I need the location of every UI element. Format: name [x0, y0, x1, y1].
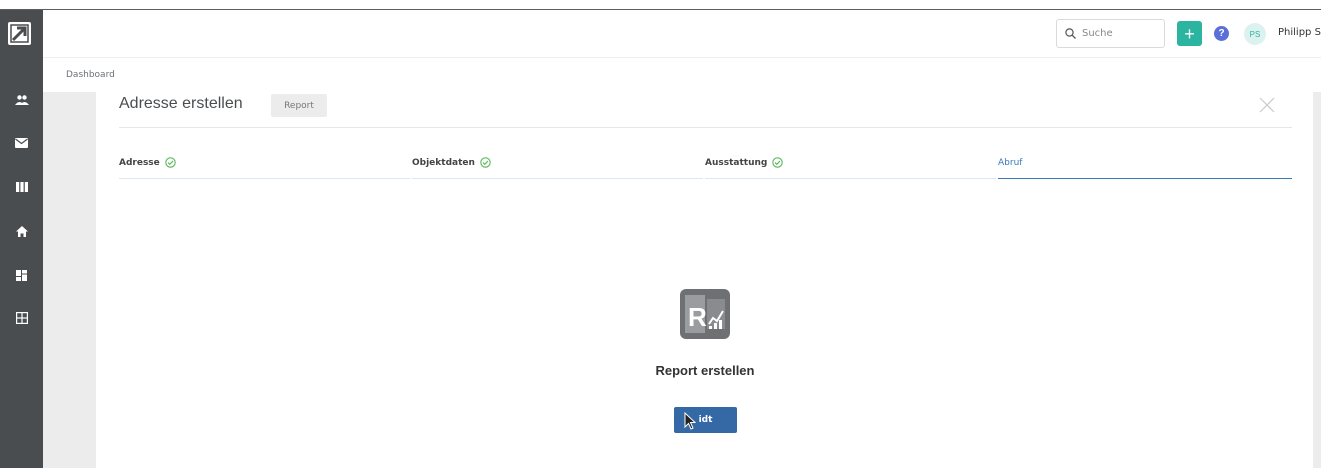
tab-label: Ausstattung [705, 158, 768, 168]
close-icon[interactable] [1258, 96, 1276, 114]
search-placeholder: Suche [1082, 28, 1113, 39]
tab-underline [119, 178, 410, 179]
avatar[interactable]: PS [1244, 23, 1266, 45]
search-icon [1065, 28, 1076, 39]
tab-underline [412, 178, 703, 179]
mail-icon[interactable] [0, 133, 43, 153]
mouse-cursor-icon [684, 412, 696, 430]
tab-label: Abruf [998, 158, 1023, 168]
tab-label: Objektdaten [412, 158, 475, 168]
content-gutter-left [43, 92, 96, 468]
report-chip[interactable]: Report [271, 94, 327, 117]
help-icon[interactable]: ? [1214, 26, 1229, 41]
tab-adresse[interactable]: Adresse [119, 157, 176, 180]
home-icon[interactable] [0, 221, 43, 241]
check-circle-icon [480, 157, 491, 168]
breadcrumb[interactable]: Dashboard [66, 70, 115, 80]
check-circle-icon [165, 157, 176, 168]
search-input[interactable]: Suche [1056, 19, 1165, 48]
page-title: Adresse erstellen [119, 95, 243, 112]
tab-objektdaten[interactable]: Objektdaten [412, 157, 491, 180]
report-logo-icon: R [680, 289, 730, 339]
check-circle-icon [772, 157, 784, 168]
svg-text:R: R [688, 302, 707, 332]
tab-abruf[interactable]: Abruf [998, 158, 1022, 180]
user-name[interactable]: Philipp S [1278, 27, 1321, 38]
tab-label: Adresse [119, 158, 160, 168]
tab-underline [705, 178, 996, 179]
columns-icon[interactable] [0, 177, 43, 197]
title-divider [119, 127, 1292, 128]
tab-underline-active [998, 178, 1292, 179]
report-create-title: Report erstellen [655, 363, 755, 378]
add-button[interactable]: + [1177, 21, 1202, 46]
sidebar [0, 10, 43, 468]
top-border [0, 0, 1321, 10]
grid-icon[interactable] [0, 308, 43, 328]
start-report-label: idt [698, 415, 713, 425]
tab-ausstattung[interactable]: Ausstattung [705, 157, 784, 180]
users-icon[interactable] [0, 90, 43, 110]
content-gutter-right [1313, 92, 1321, 468]
app-logo-icon[interactable] [8, 22, 31, 45]
dashboard-icon[interactable] [0, 265, 43, 285]
